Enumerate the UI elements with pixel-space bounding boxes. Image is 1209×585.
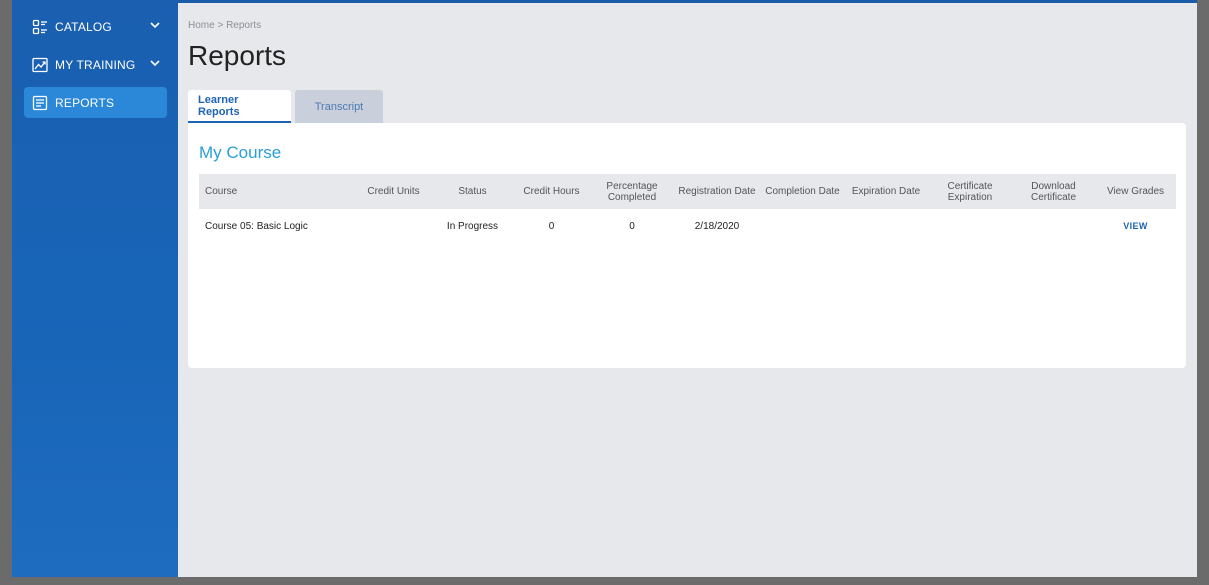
tab-learner-reports[interactable]: Learner Reports [188, 90, 291, 123]
catalog-icon [32, 19, 48, 35]
cell-expiration-date [844, 209, 928, 243]
column-header[interactable]: Status [433, 174, 512, 209]
course-table: Course Credit Units Status Credit Hours … [199, 174, 1176, 243]
column-header[interactable]: Registration Date [673, 174, 761, 209]
report-icon [32, 95, 48, 111]
window-edge [1197, 0, 1209, 585]
column-header[interactable]: Expiration Date [844, 174, 928, 209]
column-header[interactable]: Course [199, 174, 354, 209]
course-report-card: My Course Course Credit Units Status Cre… [188, 123, 1186, 368]
sidebar-item-label: REPORTS [55, 95, 115, 110]
cell-credit-hours: 0 [548, 220, 555, 232]
table-header-row: Course Credit Units Status Credit Hours … [199, 174, 1176, 209]
report-tabs: Learner Reports Transcript [188, 90, 387, 123]
column-header[interactable]: Credit Hours [512, 174, 591, 209]
sidebar-item-reports[interactable]: REPORTS [24, 87, 167, 118]
cell-certificate-expiration [928, 209, 1012, 243]
sidebar-item-my-training[interactable]: MY TRAINING [24, 49, 167, 80]
column-header[interactable]: Certificate Expiration [928, 174, 1012, 209]
sidebar-item-catalog[interactable]: CATALOG [24, 11, 167, 42]
main-content: Home > Reports Reports Learner Reports T… [178, 0, 1197, 577]
window-edge [0, 577, 1209, 585]
app-window: CATALOG MY TRAINING REPORTS Home > Repor… [12, 0, 1197, 577]
column-header[interactable]: Completion Date [761, 174, 844, 209]
cell-credit-units [354, 209, 433, 243]
cell-percentage-completed: 0 [629, 220, 635, 232]
column-header[interactable]: Credit Units [354, 174, 433, 209]
chevron-down-icon[interactable] [149, 19, 161, 31]
cell-status: In Progress [446, 220, 499, 232]
chart-line-icon [32, 57, 48, 73]
cell-download-certificate [1012, 209, 1095, 243]
cell-view-grades: VIEW [1095, 209, 1176, 243]
tab-transcript[interactable]: Transcript [295, 90, 383, 123]
column-header[interactable]: View Grades [1095, 174, 1176, 209]
cell-registration-date: 2/18/2020 [694, 220, 740, 232]
sidebar-item-label: CATALOG [55, 19, 112, 34]
table-row: Course 05: Basic Logic In Progress 0 0 2… [199, 209, 1176, 243]
sidebar: CATALOG MY TRAINING REPORTS [12, 0, 178, 577]
view-grades-link[interactable]: VIEW [1123, 221, 1148, 231]
column-header[interactable]: Percentage Completed [591, 174, 673, 209]
cell-completion-date [761, 209, 844, 243]
breadcrumb[interactable]: Home > Reports [188, 20, 261, 31]
cell-course: Course 05: Basic Logic [205, 220, 308, 232]
sidebar-item-label: MY TRAINING [55, 57, 136, 72]
chevron-down-icon[interactable] [149, 57, 161, 69]
column-header[interactable]: Download Certificate [1012, 174, 1095, 209]
page-title: Reports [188, 40, 287, 71]
card-title: My Course [199, 143, 282, 162]
